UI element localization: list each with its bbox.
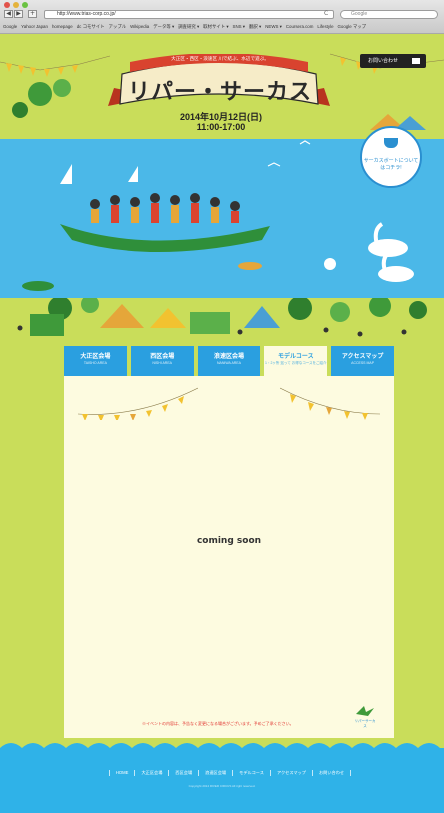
zoom-window-button[interactable]: [22, 2, 28, 8]
shore-area: [0, 295, 444, 346]
bookmark-item[interactable]: Coursera.com: [286, 24, 314, 32]
footer-logo: リパーサーカス: [354, 704, 376, 728]
bookmark-item[interactable]: Lifestyle: [317, 24, 333, 32]
minimize-window-button[interactable]: [13, 2, 19, 8]
tab-sub: 1・2ヶ所 巡って お得なコースをご紹介: [265, 361, 327, 365]
bookmark-item[interactable]: dc コモサイト: [77, 24, 105, 32]
search-field[interactable]: Google: [340, 10, 438, 19]
swallow-logo-icon: [356, 706, 374, 716]
tab-taisho[interactable]: 大正区会場 TAISHO AREA: [64, 346, 127, 376]
logo-text: リパーサーカス: [354, 719, 376, 728]
footer-nav: HOME 大正区会場 西区会場 浪速区会場 モデルコース アクセスマップ お問い…: [60, 770, 400, 776]
content-panel: coming soon リパーサーカス ※イベントの内容は、予告なく変更になる場…: [64, 376, 394, 738]
tab-sub: NANIWA AREA: [216, 361, 241, 365]
add-bookmark-button[interactable]: +: [28, 10, 37, 18]
bookmark-item[interactable]: homepage: [52, 24, 73, 32]
mail-icon: [412, 58, 420, 64]
tab-sub: ACCESS MAP: [351, 361, 375, 365]
contact-label: お問い合わせ: [368, 58, 399, 64]
hero-illustration: 大正区・西区・浪速区 川で結ぶ、水辺で遊ぶ。 リパー・サーカス 2014年10月…: [0, 34, 444, 346]
disclaimer-note: ※イベントの内容は、予告なく変更になる場合がございます。予めご了承ください。: [142, 721, 294, 726]
tab-sub: NISHI AREA: [152, 361, 173, 365]
boat-icon: [384, 138, 398, 148]
reload-icon[interactable]: C: [324, 10, 328, 17]
copyright: Copyright 2014 RIVER CIRCUS All right re…: [188, 784, 256, 788]
bookmark-item[interactable]: データ等 ▾: [153, 24, 174, 32]
forward-button[interactable]: ▶: [14, 10, 23, 18]
bunting-right: [280, 387, 380, 420]
bookmarks-bar: Google Yahoo! Japan homepage dc コモサイト アップル Wi…: [3, 24, 443, 32]
tab-model-course[interactable]: モデルコース 1・2ヶ所 巡って お得なコースをご紹介: [264, 346, 328, 376]
browser-chrome: ◀ ▶ + http://www.trias-corp.co.jp/ C Goo…: [0, 0, 444, 34]
tab-sub: TAISHO AREA: [83, 361, 107, 365]
bookmark-item[interactable]: Google マップ: [338, 24, 367, 32]
bookmark-item[interactable]: Yahoo! Japan: [21, 24, 48, 32]
bookmark-item[interactable]: アップル: [109, 24, 127, 32]
footer-link-taisho[interactable]: 大正区会場: [134, 770, 168, 776]
tab-label: アクセスマップ: [341, 354, 384, 360]
circus-boat-label: サーカスボートについてはコチラ!: [363, 158, 419, 171]
tab-label: モデルコース: [277, 354, 314, 360]
back-button[interactable]: ◀: [4, 10, 13, 18]
tab-label: 西区会場: [150, 354, 175, 360]
footer: [0, 752, 444, 813]
footer-link-nishi[interactable]: 西区会場: [168, 770, 198, 776]
bookmark-item[interactable]: NEWS ▾: [265, 24, 282, 32]
bookmark-item[interactable]: 取材サイト ▾: [203, 24, 228, 32]
tab-access-map[interactable]: アクセスマップ ACCESS MAP: [331, 346, 394, 376]
footer-link-access-map[interactable]: アクセスマップ: [269, 770, 312, 776]
bookmark-item[interactable]: Google: [3, 24, 17, 32]
bookmark-item[interactable]: 調査研究 ▾: [178, 24, 199, 32]
event-date: 2014年10月12日(日): [179, 112, 263, 122]
park-scene: [17, 295, 427, 337]
event-title: リパー・サーカス: [128, 80, 313, 105]
footer-link-naniwa[interactable]: 浪速区会場: [198, 770, 232, 776]
bookmark-item[interactable]: SNS ▾: [233, 24, 245, 32]
footer-link-home[interactable]: HOME: [108, 770, 135, 776]
event-datetime: 2014年10月12日(日) 11:00-17:00: [170, 112, 272, 136]
event-tagline: 大正区・西区・浪速区 川で結ぶ、水辺で遊ぶ。: [171, 56, 269, 61]
address-bar[interactable]: http://www.trias-corp.co.jp/: [44, 10, 334, 19]
footer-link-contact[interactable]: お問い合わせ: [311, 770, 352, 776]
tab-nishi[interactable]: 西区会場 NISHI AREA: [130, 346, 194, 376]
coming-soon-text: coming soon: [196, 536, 262, 546]
bookmark-item[interactable]: Wikipedia: [130, 24, 149, 32]
footer-link-model-course[interactable]: モデルコース: [232, 770, 270, 776]
tab-label: 浪速区会場: [213, 354, 244, 360]
tab-label: 大正区会場: [80, 354, 111, 360]
contact-button[interactable]: お問い合わせ: [360, 54, 426, 68]
close-window-button[interactable]: [4, 2, 10, 8]
window-controls: [4, 2, 28, 8]
bookmark-item[interactable]: 翻訳 ▾: [249, 24, 261, 32]
event-time: 11:00-17:00: [196, 122, 246, 132]
tab-naniwa[interactable]: 浪速区会場 NANIWA AREA: [197, 346, 261, 376]
area-tabs: 大正区会場 TAISHO AREA 西区会場 NISHI AREA 浪速区会場 NAN…: [64, 346, 394, 376]
circus-boat-link[interactable]: サーカスボートについてはコチラ!: [360, 126, 422, 188]
bunting-left: [78, 387, 198, 420]
